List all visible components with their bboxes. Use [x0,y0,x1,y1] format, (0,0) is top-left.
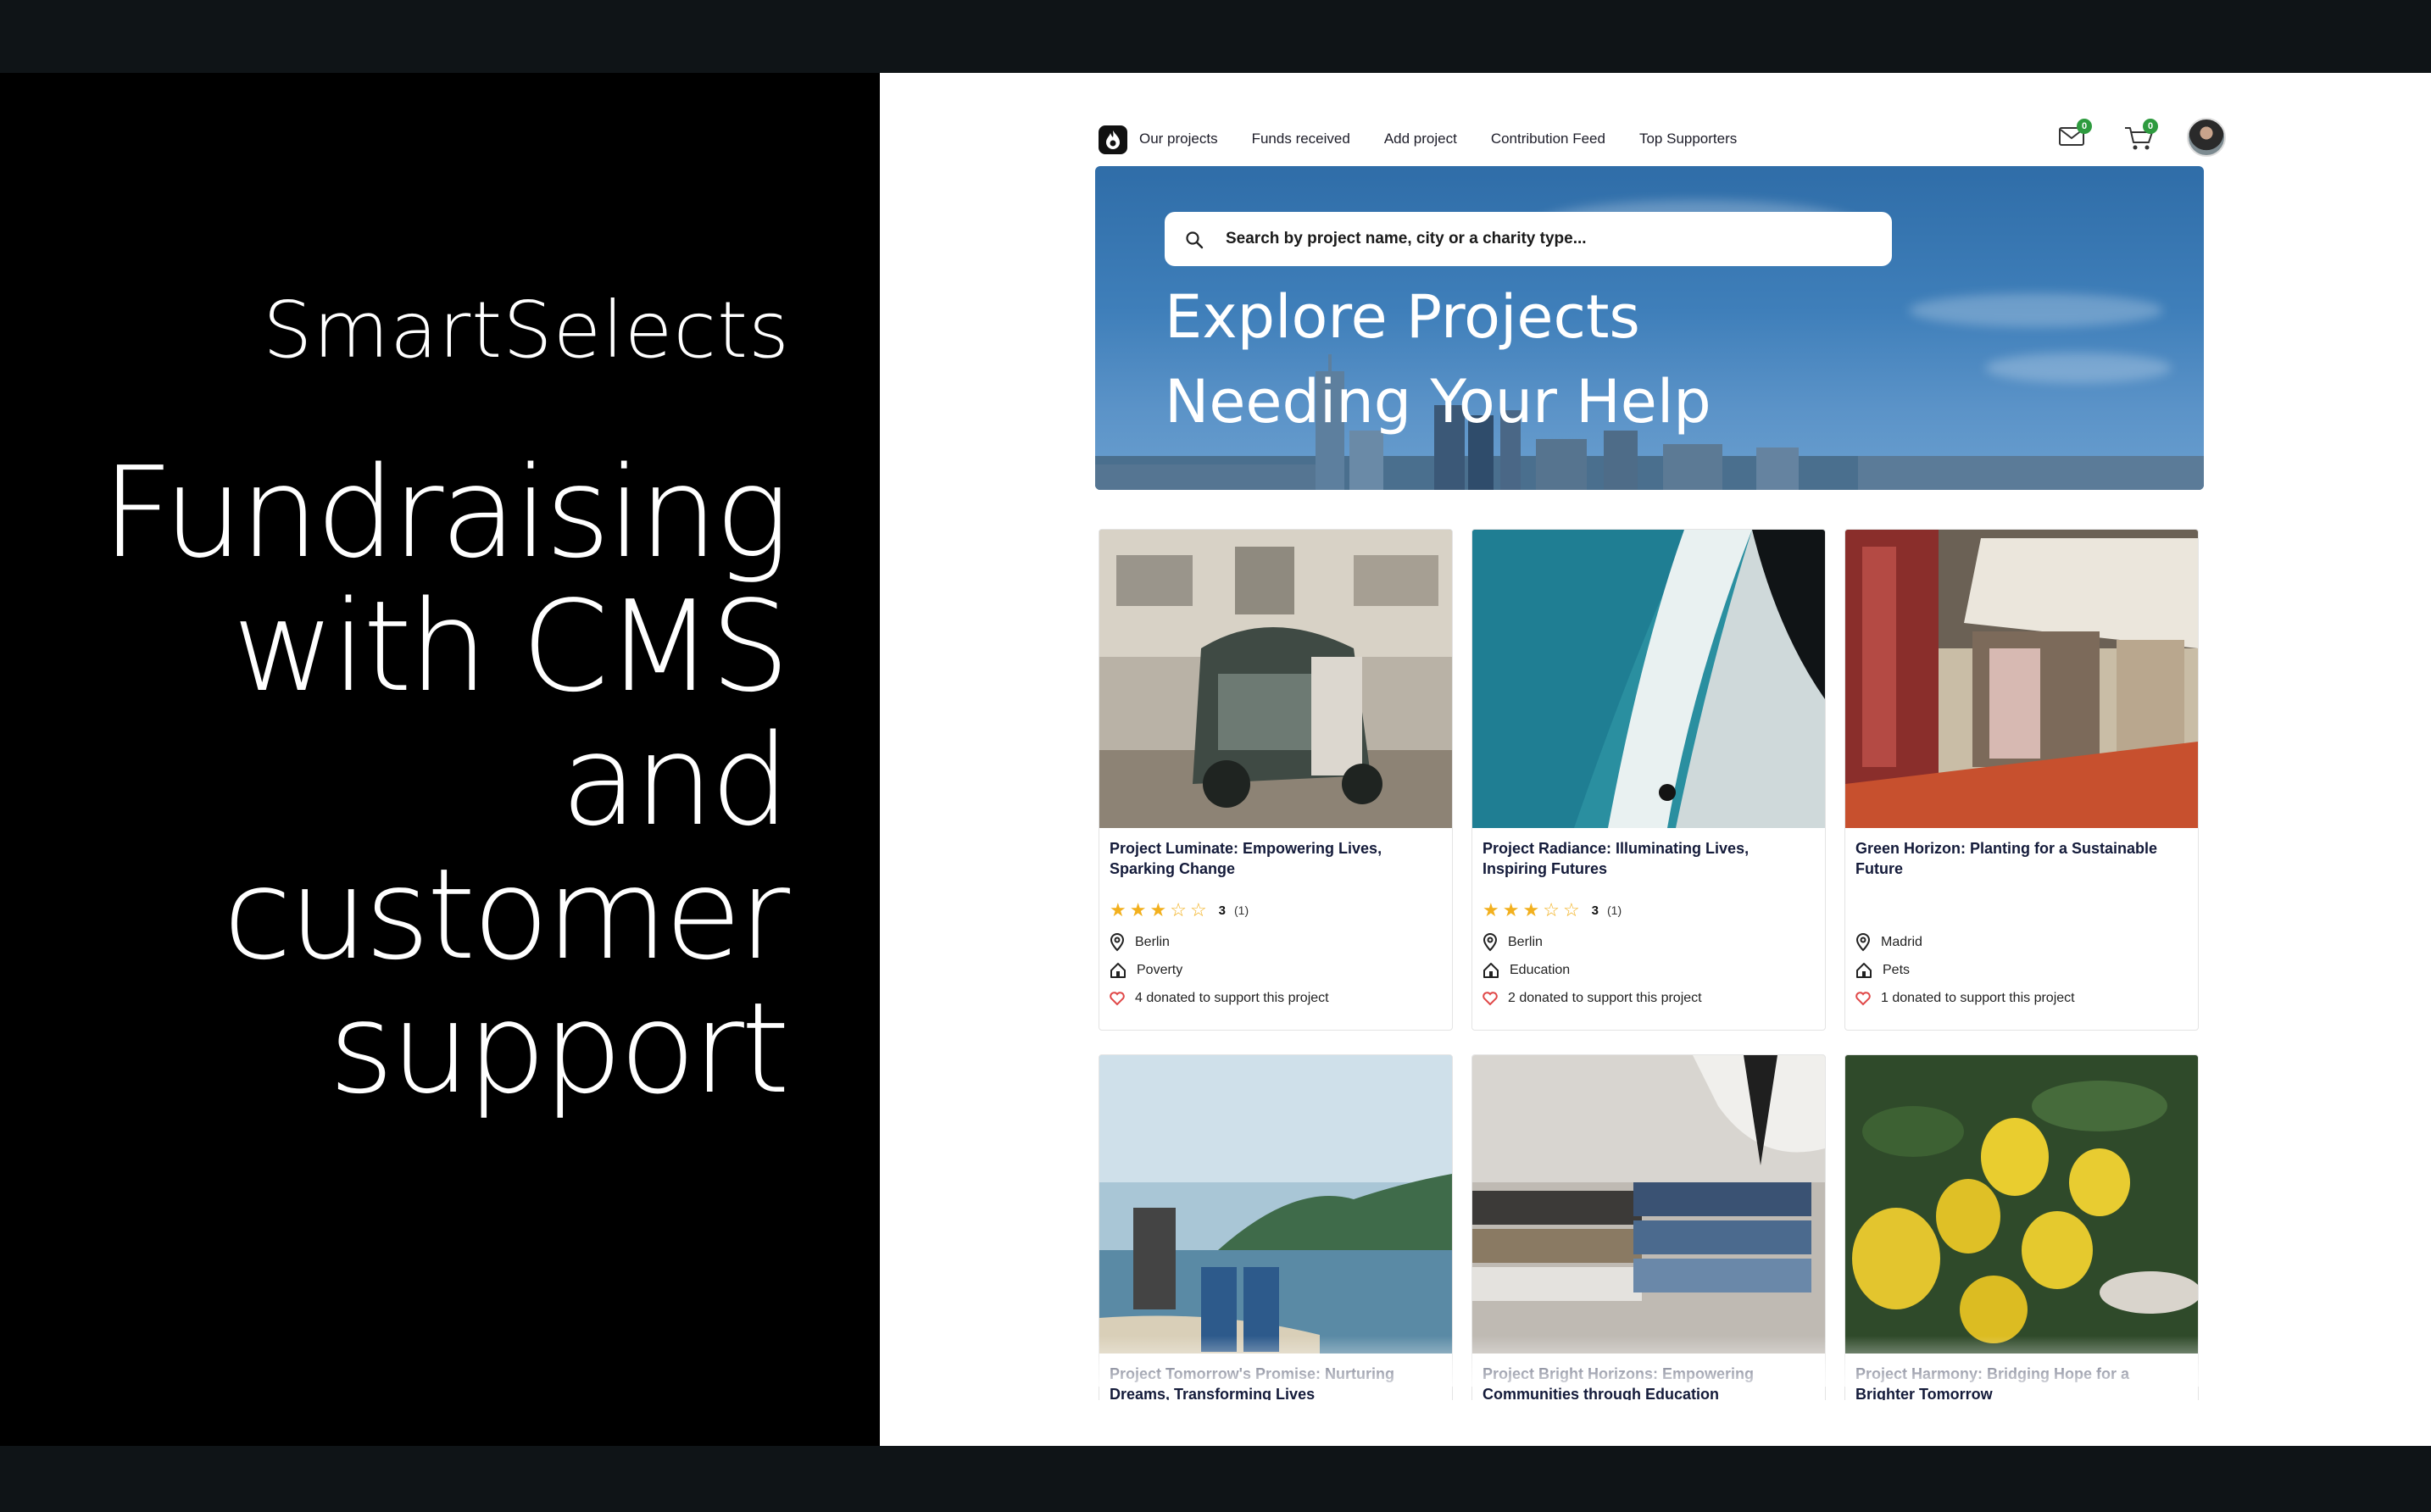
heart-icon [1483,992,1498,1006]
card-city: Madrid [1855,933,1922,952]
card-category: Poverty [1110,962,1182,979]
top-letterbox [0,0,2431,73]
user-avatar[interactable] [2187,118,2226,157]
card-title: Green Horizon: Planting for a Sustainabl… [1855,840,2158,877]
cloud [1909,293,2163,327]
category-label: Poverty [1137,963,1183,977]
logo-icon[interactable] [1099,125,1127,154]
slide-headline: Fundraising with CMS and customer suppor… [101,440,790,1121]
heart-icon [1855,992,1871,1006]
search-placeholder: Search by project name, city or a charit… [1226,230,1587,247]
hero-title-line-2: Needing Your Help [1165,367,1711,436]
house-icon [1483,963,1499,978]
star-icon: ★ [1502,899,1520,920]
card-city: Berlin [1483,933,1543,952]
nav-actions: 0 0 [2055,117,2226,158]
top-navigation: Our projects Funds received Add project … [1099,117,2234,164]
star-icon: ★ [1129,899,1147,920]
card-title: Project Luminate: Empowering Lives, Spar… [1110,840,1382,877]
search-icon [1186,231,1204,249]
city-label: Madrid [1881,935,1922,949]
location-pin-icon [1110,933,1125,952]
scroll-fade [1083,1336,2270,1387]
rating-count: (1) [1234,903,1249,917]
cart-button[interactable]: 0 [2121,117,2158,158]
slide-text-panel: SmartSelects Fundraising with CMS and cu… [0,73,880,1446]
project-card[interactable]: Project Tomorrow's Promise: Nurturing Dr… [1099,1054,1453,1446]
bottom-letterbox [0,1446,2431,1512]
card-image-ocean [1472,530,1825,828]
project-card[interactable]: Project Bright Horizons: Empowering Comm… [1471,1054,1826,1446]
city-label: Berlin [1135,935,1170,949]
card-donations: 1 donated to support this project [1855,991,2075,1006]
project-card[interactable]: Project Radiance: Illuminating Lives, In… [1471,529,1826,1031]
card-city: Berlin [1110,933,1170,952]
nav-top-supporters[interactable]: Top Supporters [1639,131,1737,147]
city-label: Berlin [1508,935,1543,949]
nav-our-projects[interactable]: Our projects [1139,131,1218,147]
star-outline-icon: ☆ [1170,899,1187,920]
location-pin-icon [1483,933,1498,952]
rating-value: 3 [1591,903,1599,918]
rating-value: 3 [1218,903,1227,918]
rating: ★ ★ ★ ☆ ☆ 3 (1) [1483,901,1622,920]
card-image-rickshaw [1099,530,1452,828]
star-icon: ★ [1522,899,1540,920]
donations-label: 2 donated to support this project [1508,991,1702,1005]
card-image-clothes [1472,1055,1825,1354]
screenshot-bottom-edge [880,1400,2431,1446]
card-image-storefront [1845,530,2198,828]
card-donations: 2 donated to support this project [1483,991,1702,1006]
location-pin-icon [1855,933,1871,952]
donations-label: 4 donated to support this project [1135,991,1329,1005]
search-input[interactable]: Search by project name, city or a charit… [1165,212,1892,266]
brand-name: SmartSelects [262,285,790,375]
category-label: Education [1510,963,1571,977]
card-image-lemons [1845,1055,2198,1354]
star-icon: ★ [1483,899,1499,920]
project-card[interactable]: Project Luminate: Empowering Lives, Spar… [1099,529,1453,1031]
category-label: Pets [1883,963,1911,977]
nav-contribution-feed[interactable]: Contribution Feed [1491,131,1605,147]
project-card[interactable]: Green Horizon: Planting for a Sustainabl… [1844,529,2199,1031]
card-image-coast [1099,1055,1452,1354]
heart-icon [1110,992,1125,1006]
app-screenshot: Our projects Funds received Add project … [880,73,2431,1446]
mail-badge: 0 [2077,119,2092,134]
card-title: Project Radiance: Illuminating Lives, In… [1483,840,1750,877]
hero-title-line-1: Explore Projects [1165,282,1640,352]
nav-funds-received[interactable]: Funds received [1252,131,1350,147]
nav-links: Our projects Funds received Add project … [1139,131,1737,147]
card-donations: 4 donated to support this project [1110,991,1329,1006]
card-category: Education [1483,962,1570,979]
rating-count: (1) [1607,903,1622,917]
hero-banner: Search by project name, city or a charit… [1095,166,2204,490]
mail-button[interactable]: 0 [2055,117,2092,158]
rating: ★ ★ ★ ☆ ☆ 3 (1) [1110,901,1249,920]
star-icon: ★ [1149,899,1167,920]
star-outline-icon: ☆ [1189,899,1207,920]
house-icon [1856,963,1872,978]
house-icon [1110,963,1126,978]
star-outline-icon: ☆ [1562,899,1580,920]
donations-label: 1 donated to support this project [1881,991,2075,1005]
project-card[interactable]: Project Harmony: Bridging Hope for a Bri… [1844,1054,2199,1446]
hero-title: Explore Projects Needing Your Help [1165,275,1928,444]
cart-badge: 0 [2143,119,2158,134]
star-outline-icon: ☆ [1543,899,1560,920]
star-icon: ★ [1110,899,1126,920]
card-category: Pets [1855,962,1910,979]
nav-add-project[interactable]: Add project [1384,131,1457,147]
